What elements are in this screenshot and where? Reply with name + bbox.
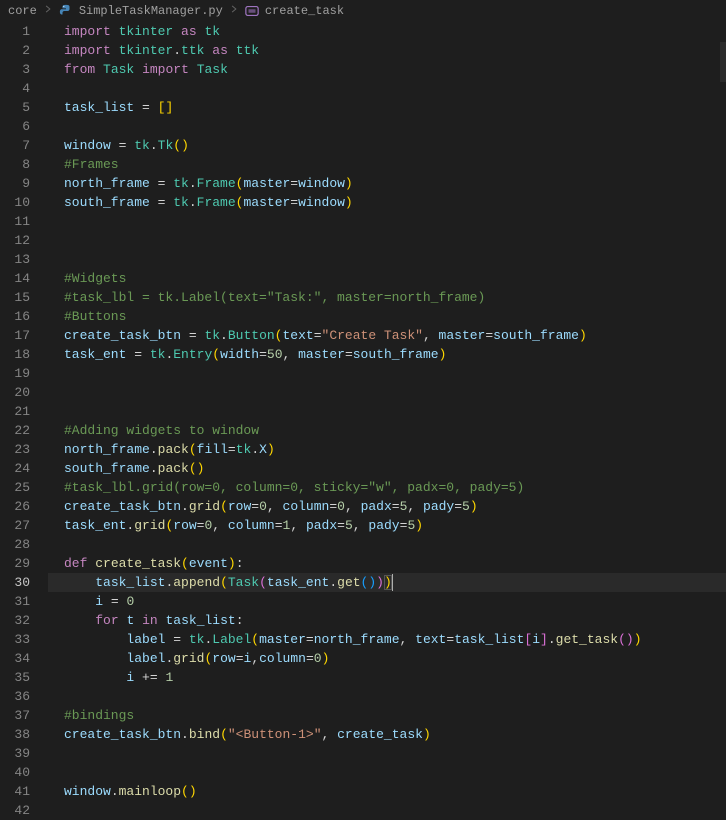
chevron-right-icon [229, 4, 239, 18]
breadcrumb-folder[interactable]: core [8, 4, 37, 18]
code-line[interactable]: south_frame = tk.Frame(master=window) [48, 193, 726, 212]
code-line[interactable]: i = 0 [48, 592, 726, 611]
line-number: 12 [0, 231, 30, 250]
code-line[interactable] [48, 402, 726, 421]
python-file-icon [59, 4, 73, 18]
line-number: 27 [0, 516, 30, 535]
line-number: 4 [0, 79, 30, 98]
text-cursor [392, 574, 393, 591]
line-number: 32 [0, 611, 30, 630]
line-number: 23 [0, 440, 30, 459]
code-line[interactable]: #task_lbl = tk.Label(text="Task:", maste… [48, 288, 726, 307]
code-line[interactable] [48, 231, 726, 250]
breadcrumb-symbol[interactable]: create_task [265, 4, 344, 18]
code-line[interactable] [48, 79, 726, 98]
line-number: 17 [0, 326, 30, 345]
line-number: 39 [0, 744, 30, 763]
line-number: 16 [0, 307, 30, 326]
line-number: 8 [0, 155, 30, 174]
line-number: 40 [0, 763, 30, 782]
code-line[interactable]: import tkinter.ttk as ttk [48, 41, 726, 60]
code-line[interactable]: from Task import Task [48, 60, 726, 79]
code-line[interactable]: i += 1 [48, 668, 726, 687]
line-number: 29 [0, 554, 30, 573]
function-symbol-icon [245, 4, 259, 18]
line-number: 13 [0, 250, 30, 269]
line-number-gutter[interactable]: 1234567891011121314151617181920212223242… [0, 22, 48, 811]
line-number: 6 [0, 117, 30, 136]
code-line[interactable]: #Frames [48, 155, 726, 174]
line-number: 15 [0, 288, 30, 307]
code-line[interactable]: label = tk.Label(master=north_frame, tex… [48, 630, 726, 649]
line-number: 10 [0, 193, 30, 212]
code-line[interactable] [48, 687, 726, 706]
code-line[interactable]: create_task_btn.bind("<Button-1>", creat… [48, 725, 726, 744]
line-number: 33 [0, 630, 30, 649]
code-line[interactable] [48, 212, 726, 231]
code-line[interactable] [48, 364, 726, 383]
line-number: 41 [0, 782, 30, 801]
line-number: 31 [0, 592, 30, 611]
code-line[interactable]: task_list.append(Task(task_ent.get())) [48, 573, 726, 592]
code-line[interactable] [48, 535, 726, 554]
line-number: 38 [0, 725, 30, 744]
code-line[interactable]: import tkinter as tk [48, 22, 726, 41]
code-area[interactable]: import tkinter as tkimport tkinter.ttk a… [48, 22, 726, 811]
code-line[interactable]: window.mainloop() [48, 782, 726, 801]
line-number: 30 [0, 573, 30, 592]
line-number: 20 [0, 383, 30, 402]
line-number: 18 [0, 345, 30, 364]
code-line[interactable]: north_frame = tk.Frame(master=window) [48, 174, 726, 193]
code-line[interactable]: task_ent.grid(row=0, column=1, padx=5, p… [48, 516, 726, 535]
code-editor[interactable]: 1234567891011121314151617181920212223242… [0, 22, 726, 811]
line-number: 9 [0, 174, 30, 193]
line-number: 36 [0, 687, 30, 706]
line-number: 19 [0, 364, 30, 383]
line-number: 26 [0, 497, 30, 516]
line-number: 5 [0, 98, 30, 117]
code-line[interactable]: south_frame.pack() [48, 459, 726, 478]
minimap-slider[interactable] [720, 42, 726, 82]
code-line[interactable]: #Buttons [48, 307, 726, 326]
code-line[interactable] [48, 763, 726, 782]
code-line[interactable]: #Adding widgets to window [48, 421, 726, 440]
code-line[interactable] [48, 117, 726, 136]
line-number: 28 [0, 535, 30, 554]
code-line[interactable] [48, 744, 726, 763]
line-number: 37 [0, 706, 30, 725]
code-line[interactable]: for t in task_list: [48, 611, 726, 630]
line-number: 1 [0, 22, 30, 41]
code-line[interactable]: def create_task(event): [48, 554, 726, 573]
code-line[interactable]: task_ent = tk.Entry(width=50, master=sou… [48, 345, 726, 364]
line-number: 2 [0, 41, 30, 60]
code-line[interactable]: create_task_btn = tk.Button(text="Create… [48, 326, 726, 345]
code-line[interactable]: task_list = [] [48, 98, 726, 117]
code-line[interactable]: north_frame.pack(fill=tk.X) [48, 440, 726, 459]
line-number: 7 [0, 136, 30, 155]
code-line[interactable]: #Widgets [48, 269, 726, 288]
code-line[interactable] [48, 250, 726, 269]
line-number: 24 [0, 459, 30, 478]
code-line[interactable]: label.grid(row=i,column=0) [48, 649, 726, 668]
breadcrumb-file[interactable]: SimpleTaskManager.py [79, 4, 223, 18]
chevron-right-icon [43, 4, 53, 18]
line-number: 35 [0, 668, 30, 687]
code-line[interactable]: create_task_btn.grid(row=0, column=0, pa… [48, 497, 726, 516]
line-number: 21 [0, 402, 30, 421]
code-line[interactable]: window = tk.Tk() [48, 136, 726, 155]
line-number: 25 [0, 478, 30, 497]
line-number: 22 [0, 421, 30, 440]
line-number: 14 [0, 269, 30, 288]
code-line[interactable]: #task_lbl.grid(row=0, column=0, sticky="… [48, 478, 726, 497]
code-line[interactable] [48, 383, 726, 402]
breadcrumb[interactable]: core SimpleTaskManager.py create_task [0, 0, 726, 22]
line-number: 11 [0, 212, 30, 231]
line-number: 34 [0, 649, 30, 668]
line-number: 3 [0, 60, 30, 79]
code-line[interactable]: #bindings [48, 706, 726, 725]
